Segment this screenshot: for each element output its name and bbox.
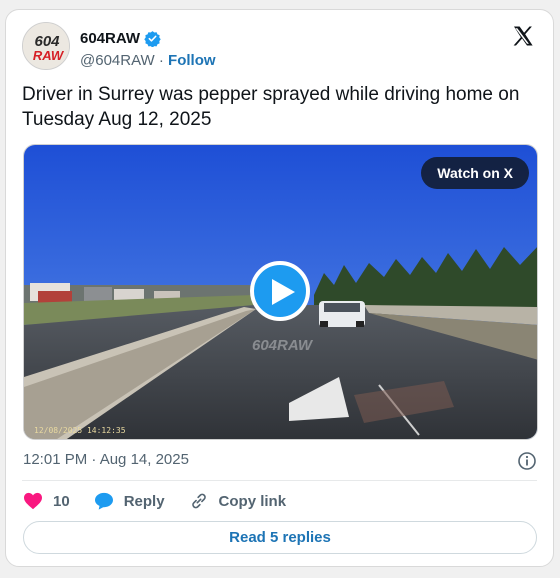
verified-badge-icon: [144, 30, 161, 48]
tweet-meta: 12:01 PM · Aug 14, 2025: [23, 451, 537, 471]
tweet-header: 604 RAW 604RAW @604RAW · Follow: [22, 22, 537, 72]
x-logo-icon[interactable]: [511, 24, 537, 50]
dashcam-timestamp: 12/08/2025 14:12:35: [34, 426, 126, 435]
tweet-text: Driver in Surrey was pepper sprayed whil…: [22, 84, 520, 130]
video-watermark: 604RAW: [252, 337, 313, 354]
separator: ·: [158, 52, 164, 69]
tweet-timestamp[interactable]: 12:01 PM · Aug 14, 2025: [23, 451, 189, 468]
like-button[interactable]: 10: [23, 492, 70, 510]
handle-row: @604RAW · Follow: [80, 52, 216, 69]
display-name[interactable]: 604RAW: [80, 30, 140, 47]
copy-link-label: Copy link: [218, 492, 287, 510]
copy-link-button[interactable]: Copy link: [189, 491, 287, 511]
name-row: 604RAW: [80, 30, 161, 48]
link-icon: [191, 493, 206, 509]
video-player[interactable]: Watch on X 604RAW 12/08/2025 14:12:35: [23, 144, 538, 440]
divider: [22, 480, 537, 481]
reply-button[interactable]: Reply: [94, 492, 165, 510]
follow-button[interactable]: Follow: [168, 52, 216, 69]
heart-icon: [24, 492, 42, 510]
like-count: 10: [53, 492, 70, 510]
play-button[interactable]: [250, 261, 310, 321]
info-icon[interactable]: [517, 451, 537, 471]
read-replies-button[interactable]: Read 5 replies: [23, 521, 537, 554]
tweet-card: 604 RAW 604RAW @604RAW · Follow Driver i…: [5, 9, 554, 567]
reply-icon: [94, 492, 113, 510]
handle[interactable]: @604RAW: [80, 52, 155, 69]
play-icon: [272, 279, 295, 305]
watch-on-x-button[interactable]: Watch on X: [421, 157, 529, 189]
avatar-text-bottom: RAW: [33, 48, 65, 63]
avatar[interactable]: 604 RAW: [22, 22, 70, 70]
reply-label: Reply: [123, 492, 165, 510]
action-bar: 10 Reply Copy link: [23, 490, 310, 512]
